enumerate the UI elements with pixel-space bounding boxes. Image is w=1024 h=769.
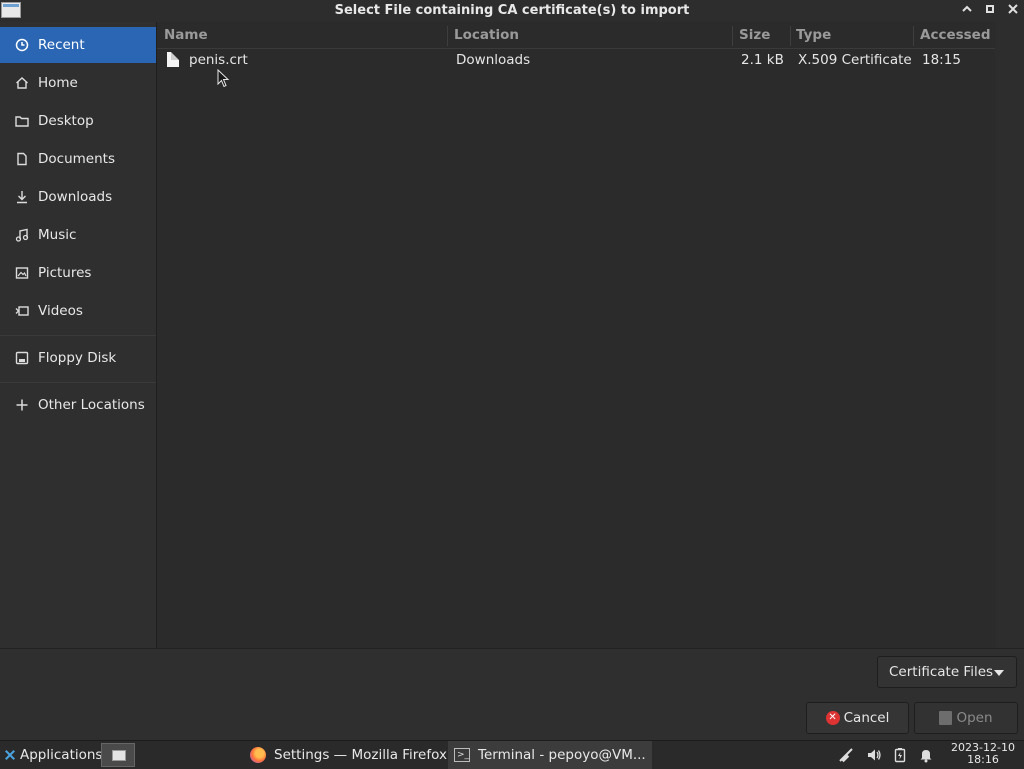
- firefox-icon: [250, 747, 266, 763]
- applications-label: Applications: [20, 747, 103, 763]
- video-icon: [14, 303, 30, 319]
- cancel-icon: ✕: [825, 711, 840, 725]
- folder-icon: [14, 113, 30, 129]
- sidebar-item-recent[interactable]: Recent: [0, 27, 156, 63]
- file-icon: [167, 52, 179, 67]
- sidebar-item-label: Desktop: [38, 113, 94, 129]
- network-icon[interactable]: [838, 747, 854, 763]
- sidebar-item-label: Pictures: [38, 265, 92, 281]
- open-icon: [939, 711, 953, 725]
- title-bar: Select File containing CA certificate(s)…: [0, 0, 1024, 22]
- column-divider[interactable]: [447, 26, 448, 46]
- places-sidebar: Recent Home Desktop Documents Downloads …: [0, 22, 157, 648]
- minimize-icon[interactable]: [959, 3, 975, 19]
- sidebar-item-label: Documents: [38, 151, 115, 167]
- notification-bell-icon[interactable]: [918, 747, 934, 763]
- cancel-button[interactable]: ✕ Cancel: [806, 702, 909, 734]
- taskbar-window-terminal[interactable]: >_ Terminal - pepoyo@VM...: [448, 741, 652, 769]
- music-icon: [14, 227, 30, 243]
- cancel-label: Cancel: [843, 710, 890, 726]
- sidebar-item-label: Music: [38, 227, 77, 243]
- terminal-icon: >_: [454, 748, 470, 762]
- sidebar-item-videos[interactable]: Videos: [0, 293, 156, 329]
- file-type-filter-dropdown[interactable]: Certificate Files: [877, 656, 1017, 688]
- plus-icon: [14, 397, 30, 413]
- scrollbar[interactable]: [995, 22, 1024, 648]
- sidebar-item-documents[interactable]: Documents: [0, 141, 156, 177]
- clock-time: 18:16: [967, 753, 999, 766]
- sidebar-item-other-locations[interactable]: Other Locations: [0, 387, 156, 423]
- sidebar-divider: [0, 382, 156, 383]
- file-list[interactable]: Name Location Size Type Accessed penis.c…: [157, 22, 995, 648]
- applications-icon: [4, 749, 16, 761]
- column-header-type[interactable]: Type: [796, 22, 831, 48]
- sidebar-item-music[interactable]: Music: [0, 217, 156, 253]
- sidebar-item-label: Downloads: [38, 189, 113, 205]
- download-icon: [14, 189, 30, 205]
- sidebar-item-label: Home: [38, 75, 78, 91]
- sidebar-item-downloads[interactable]: Downloads: [0, 179, 156, 215]
- sidebar-item-home[interactable]: Home: [0, 65, 156, 101]
- clock[interactable]: 2023-12-10 18:16: [944, 742, 1022, 766]
- show-desktop-button[interactable]: [101, 743, 135, 767]
- taskbar: Applications Settings — Mozilla Firefox …: [0, 740, 1024, 769]
- taskbar-window-firefox[interactable]: Settings — Mozilla Firefox: [244, 741, 452, 769]
- home-icon: [14, 75, 30, 91]
- taskbar-window-label: Settings — Mozilla Firefox: [274, 747, 447, 763]
- dialog-title: Select File containing CA certificate(s)…: [334, 3, 690, 18]
- table-row[interactable]: penis.crt Downloads 2.1 kB X.509 Certifi…: [157, 49, 995, 73]
- file-accessed: 18:15: [922, 52, 961, 68]
- sidebar-item-label: Floppy Disk: [38, 350, 117, 366]
- sidebar-item-label: Recent: [38, 37, 85, 53]
- sidebar-item-label: Other Locations: [38, 397, 145, 413]
- battery-icon[interactable]: [892, 747, 908, 763]
- maximize-icon[interactable]: [982, 3, 998, 19]
- sidebar-item-pictures[interactable]: Pictures: [0, 255, 156, 291]
- column-divider[interactable]: [732, 26, 733, 46]
- file-type: X.509 Certificate: [798, 52, 912, 68]
- column-divider[interactable]: [790, 26, 791, 46]
- applications-menu[interactable]: Applications: [0, 741, 102, 769]
- column-header-size[interactable]: Size: [739, 22, 770, 48]
- column-header-name[interactable]: Name: [164, 22, 208, 48]
- sidebar-divider: [0, 335, 156, 336]
- open-label: Open: [956, 710, 993, 726]
- column-header-accessed[interactable]: Accessed: [920, 22, 991, 48]
- filter-label: Certificate Files: [889, 664, 994, 680]
- sidebar-item-floppy-disk[interactable]: Floppy Disk: [0, 340, 156, 376]
- column-divider[interactable]: [913, 26, 914, 46]
- open-button[interactable]: Open: [914, 702, 1018, 734]
- clock-icon: [14, 37, 30, 53]
- chevron-down-icon: [994, 670, 1004, 676]
- floppy-icon: [14, 350, 30, 366]
- sidebar-item-label: Videos: [38, 303, 83, 319]
- taskbar-window-label: Terminal - pepoyo@VM...: [478, 747, 646, 763]
- column-header-location[interactable]: Location: [454, 22, 519, 48]
- volume-icon[interactable]: [866, 747, 882, 763]
- file-location: Downloads: [456, 52, 531, 68]
- close-icon[interactable]: [1005, 3, 1021, 19]
- file-size: 2.1 kB: [741, 52, 784, 68]
- document-icon: [14, 151, 30, 167]
- picture-icon: [14, 265, 30, 281]
- sidebar-item-desktop[interactable]: Desktop: [0, 103, 156, 139]
- mouse-pointer-icon: [217, 69, 230, 88]
